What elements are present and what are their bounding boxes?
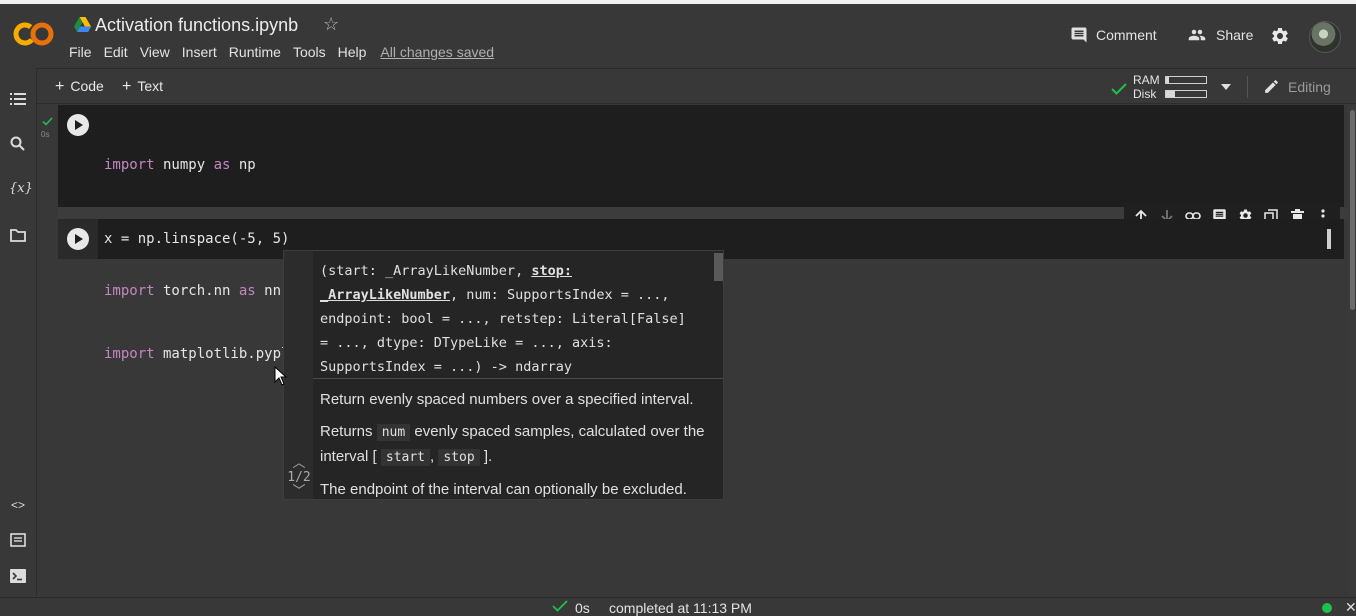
check-icon [552, 600, 568, 612]
pencil-icon [1265, 80, 1278, 93]
add-code-button[interactable]: + Code [55, 78, 104, 96]
comment-button[interactable]: Comment [1070, 26, 1157, 44]
plus-icon: + [55, 78, 65, 95]
notebook-toolbar: + Code + Text RAM Disk Editing [37, 68, 1356, 104]
cell-status-gutter: 0s [37, 105, 58, 207]
active-parameter: stop: [531, 263, 572, 279]
scrollbar-thumb[interactable] [1350, 110, 1355, 310]
star-icon[interactable]: ☆ [323, 14, 339, 35]
left-sidebar: {x} <> [0, 68, 37, 596]
ram-label: RAM [1133, 73, 1160, 87]
command-palette-icon[interactable] [9, 531, 27, 549]
folder-icon[interactable] [9, 226, 27, 244]
code-editor-active[interactable]: x = np.linspace(-5, 5) [104, 229, 289, 250]
menu-help[interactable]: Help [338, 44, 367, 60]
code-snippets-icon[interactable]: <> [9, 496, 27, 514]
exec-time-label: 0s [41, 130, 50, 139]
editing-mode-button[interactable]: Editing [1263, 78, 1331, 95]
code-cell[interactable]: import numpy as np import torch import t… [58, 105, 1344, 362]
comment-label: Comment [1096, 27, 1157, 43]
editor-scroll-indicator [1327, 229, 1331, 249]
toolbar-divider [1247, 76, 1248, 98]
overload-pager[interactable]: ︿ 1/2 ﹀ [287, 457, 311, 499]
close-icon[interactable]: ✕ [1345, 599, 1356, 616]
menu-bar: File Edit View Insert Runtime Tools Help… [69, 44, 506, 60]
variables-icon[interactable]: {x} [9, 180, 33, 198]
editing-label: Editing [1288, 78, 1331, 95]
chevron-down-icon[interactable]: ﹀ [287, 485, 311, 499]
plus-icon: + [122, 78, 132, 95]
status-bar: 0s completed at 11:13 PM ✕ [0, 597, 1356, 616]
people-icon [1188, 29, 1206, 41]
chevron-up-icon[interactable]: ︿ [287, 457, 311, 471]
menu-view[interactable]: View [140, 44, 170, 60]
signature-help-tooltip: (start: _ArrayLikeNumber, stop: _ArrayLi… [283, 250, 724, 500]
tooltip-divider [313, 378, 723, 379]
header: Activation functions.ipynb ☆ File Edit V… [0, 4, 1356, 68]
table-of-contents-icon[interactable] [9, 90, 27, 108]
comment-icon [1071, 27, 1087, 43]
share-label: Share [1216, 27, 1254, 43]
connected-check-icon [1111, 83, 1127, 95]
gear-icon[interactable] [1270, 26, 1290, 46]
add-text-button[interactable]: + Text [122, 78, 163, 96]
completion-text[interactable]: completed at 11:13 PM [609, 600, 752, 616]
ram-usage-bar [1165, 76, 1207, 84]
share-button[interactable]: Share [1186, 26, 1253, 44]
connection-status-dot [1322, 603, 1332, 613]
disk-usage-bar [1165, 90, 1207, 98]
doc-description: Returns num evenly spaced samples, calcu… [320, 423, 705, 466]
doc-endpoint-note: The endpoint of the interval can optiona… [320, 481, 687, 498]
exec-duration: 0s [575, 600, 590, 616]
overload-counter: 1/2 [287, 470, 311, 485]
menu-tools[interactable]: Tools [293, 44, 326, 60]
menu-edit[interactable]: Edit [104, 44, 128, 60]
menu-insert[interactable]: Insert [182, 44, 217, 60]
mouse-pointer-icon [274, 366, 288, 386]
colab-logo-icon[interactable] [12, 20, 54, 48]
terminal-icon[interactable] [9, 567, 27, 585]
add-text-label: Text [137, 78, 164, 94]
run-cell-button[interactable] [67, 228, 89, 250]
function-signature: (start: _ArrayLikeNumber, stop: _ArrayLi… [320, 263, 686, 375]
code-line: import numpy as np [104, 157, 256, 173]
resource-monitor[interactable]: RAM Disk [1109, 73, 1239, 101]
run-area [58, 219, 98, 259]
run-cell-button[interactable] [67, 114, 89, 136]
menu-file[interactable]: File [69, 44, 92, 60]
saved-status-link[interactable]: All changes saved [380, 44, 494, 60]
executed-check-icon [42, 117, 53, 126]
active-parameter-type: _ArrayLikeNumber [320, 287, 451, 303]
doc-summary: Return evenly spaced numbers over a spec… [320, 391, 694, 408]
menu-runtime[interactable]: Runtime [229, 44, 281, 60]
chevron-down-icon[interactable] [1221, 84, 1231, 90]
add-code-label: Code [70, 78, 104, 94]
disk-label: Disk [1133, 87, 1157, 101]
user-avatar[interactable] [1309, 21, 1341, 53]
google-drive-icon[interactable] [74, 17, 91, 32]
notebook-title[interactable]: Activation functions.ipynb [95, 15, 298, 36]
search-icon[interactable] [9, 135, 27, 153]
